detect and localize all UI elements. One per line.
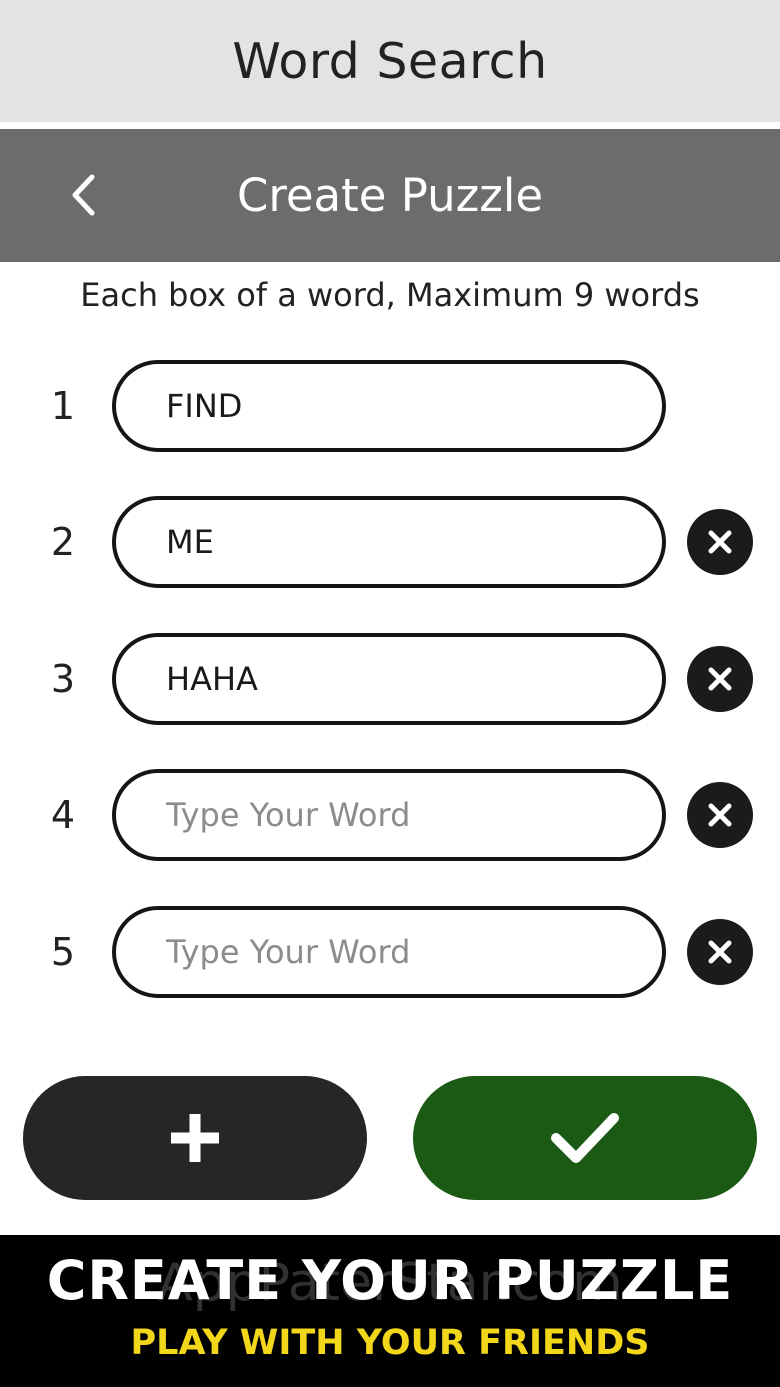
row-number: 4 [50, 793, 76, 837]
close-icon [708, 940, 732, 964]
word-row: 5 [0, 904, 780, 1000]
back-button[interactable] [55, 159, 111, 231]
add-word-button[interactable] [23, 1076, 367, 1200]
checkmark-icon [551, 1113, 619, 1163]
promo-headline: CREATE YOUR PUZZLE [46, 1249, 734, 1312]
row-number: 1 [50, 384, 76, 428]
word-input[interactable] [112, 769, 666, 861]
app-title-bar: Word Search [0, 0, 780, 122]
remove-word-button[interactable] [687, 509, 753, 575]
instruction-text: Each box of a word, Maximum 9 words [80, 276, 700, 314]
word-row: 4 [0, 767, 780, 863]
divider [0, 122, 780, 129]
remove-word-button[interactable] [687, 782, 753, 848]
close-icon [708, 803, 732, 827]
plus-icon [171, 1114, 219, 1162]
page-title: Create Puzzle [236, 169, 544, 222]
word-row: 1 [0, 358, 780, 454]
promo-banner: AppPaterStar.com CREATE YOUR PUZZLE PLAY… [0, 1235, 780, 1387]
row-number: 3 [50, 657, 76, 701]
word-input[interactable] [112, 360, 666, 452]
remove-word-button[interactable] [687, 919, 753, 985]
remove-word-button[interactable] [687, 646, 753, 712]
word-input[interactable] [112, 633, 666, 725]
promo-subline: PLAY WITH YOUR FRIENDS [130, 1323, 650, 1363]
app-title: Word Search [232, 32, 548, 90]
row-number: 2 [50, 520, 76, 564]
word-input[interactable] [112, 906, 666, 998]
word-row: 2 [0, 494, 780, 590]
word-input[interactable] [112, 496, 666, 588]
chevron-left-icon [72, 174, 95, 216]
row-number: 5 [50, 930, 76, 974]
close-icon [708, 530, 732, 554]
nav-bar: Create Puzzle [0, 129, 780, 262]
confirm-button[interactable] [413, 1076, 757, 1200]
word-row: 3 [0, 631, 780, 727]
close-icon [708, 667, 732, 691]
